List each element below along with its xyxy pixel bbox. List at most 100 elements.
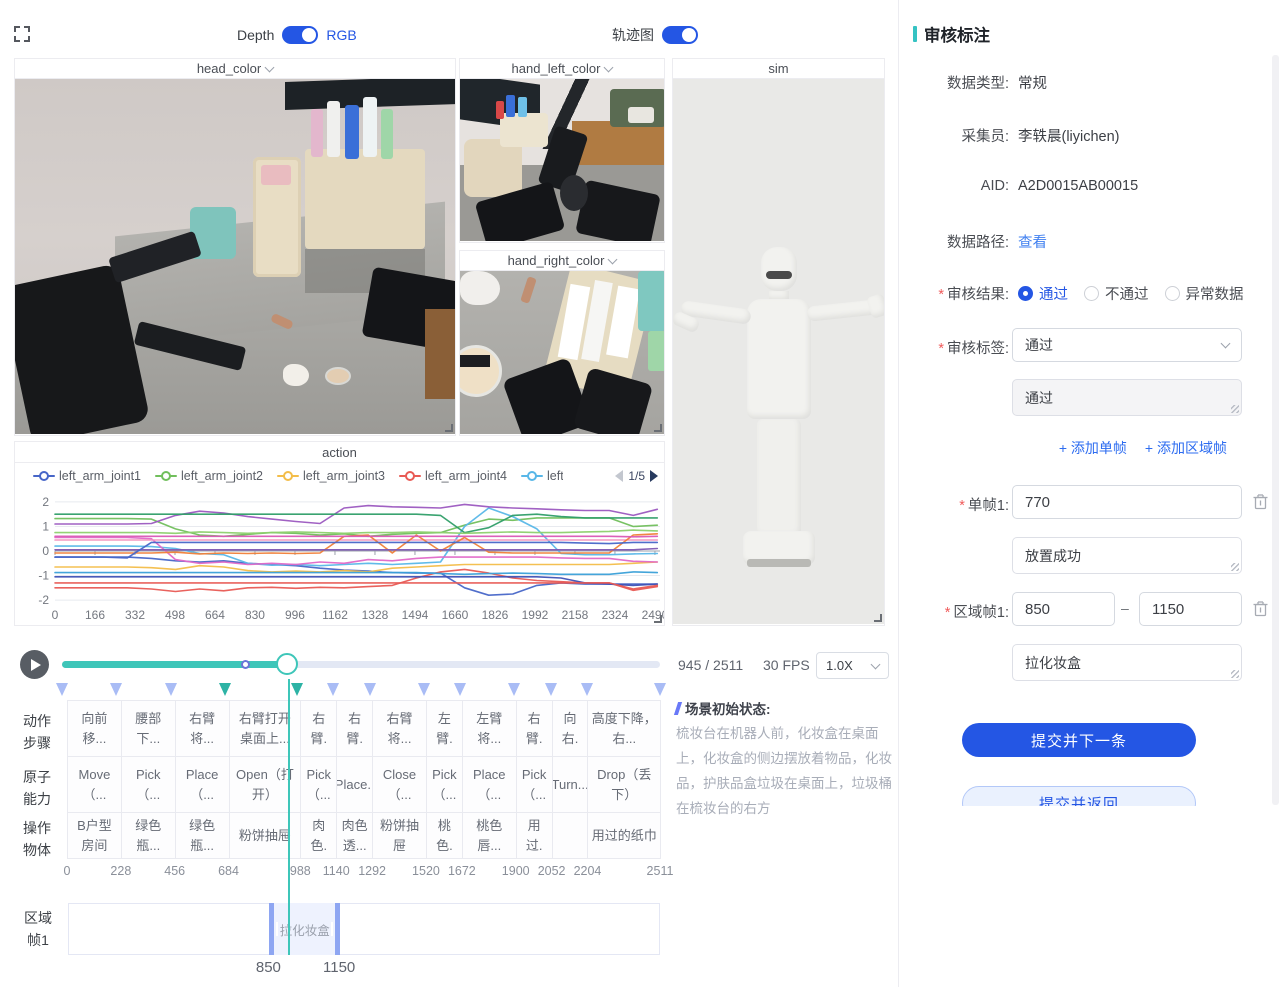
- depth-rgb-toggle[interactable]: [282, 26, 318, 44]
- legend-marker-icon: [277, 472, 299, 480]
- row-label-abilities: 原子能力: [21, 767, 53, 810]
- review-tag-select[interactable]: 通过: [1012, 328, 1242, 362]
- radio-pass[interactable]: 通过: [1018, 283, 1068, 304]
- hand-left-color-header[interactable]: hand_left_color: [460, 59, 664, 79]
- step-marker[interactable]: [327, 683, 339, 696]
- row-label-actions: 动作步骤: [21, 711, 53, 754]
- legend-prev-icon[interactable]: [615, 470, 623, 482]
- region-end-input[interactable]: 1150: [1139, 592, 1242, 626]
- radio-abnormal[interactable]: 异常数据: [1165, 283, 1244, 304]
- head-color-header[interactable]: head_color: [15, 59, 455, 79]
- step-marker[interactable]: [418, 683, 430, 696]
- step-marker[interactable]: [545, 683, 557, 696]
- step-marker-active[interactable]: [219, 683, 231, 696]
- resize-handle-icon[interactable]: [1231, 405, 1239, 413]
- ruler-tick-label: 2052: [538, 864, 566, 878]
- svg-text:166: 166: [85, 608, 105, 622]
- action-step-cell: 向右.: [552, 700, 589, 757]
- region-start-input[interactable]: 850: [1012, 592, 1115, 626]
- submit-next-button[interactable]: 提交并下一条: [962, 723, 1196, 757]
- step-marker[interactable]: [165, 683, 177, 696]
- resize-corner-icon[interactable]: [654, 424, 662, 432]
- legend-item[interactable]: left_arm_joint1: [33, 469, 141, 483]
- step-marker[interactable]: [508, 683, 520, 696]
- ruler-tick-label: 988: [290, 864, 311, 878]
- add-region-frame-link[interactable]: + 添加区域帧: [1145, 438, 1227, 458]
- frame-counter: 945 / 2511: [678, 657, 743, 673]
- action-chart-title: action: [15, 442, 664, 463]
- radio-unselected-icon: [1084, 286, 1099, 301]
- step-marker[interactable]: [110, 683, 122, 696]
- top-toolbar: Depth RGB 轨迹图: [0, 0, 898, 56]
- legend-item[interactable]: left_arm_joint5: [521, 469, 563, 483]
- play-button[interactable]: [20, 650, 49, 679]
- object-cell: 肉色.: [300, 812, 337, 859]
- region-frame-note-textarea[interactable]: 拉化妆盒: [1012, 644, 1242, 681]
- required-asterisk: *: [959, 498, 965, 514]
- step-marker[interactable]: [581, 683, 593, 696]
- action-step-cell: 左臂.: [426, 700, 463, 757]
- svg-text:2324: 2324: [602, 608, 629, 622]
- ability-cell: Open（打开）: [229, 756, 302, 813]
- step-marker[interactable]: [364, 683, 376, 696]
- step-marker-active[interactable]: [291, 683, 303, 696]
- add-single-frame-link[interactable]: + 添加单帧: [1059, 438, 1127, 458]
- fullscreen-icon[interactable]: [14, 26, 30, 42]
- ability-cell: Pick（...: [516, 756, 553, 813]
- region-track[interactable]: 拉化妆盒: [68, 903, 660, 955]
- scene-title: 场景初始状态:: [676, 698, 895, 718]
- single-frame-note-textarea[interactable]: 放置成功: [1012, 537, 1242, 574]
- field-data-type: 数据类型: 常规: [913, 72, 1267, 93]
- submit-back-button[interactable]: 提交并返回: [962, 786, 1196, 806]
- rgb-label: RGB: [326, 27, 356, 43]
- delete-single-frame-icon[interactable]: [1253, 493, 1268, 510]
- ruler-tick-label: 456: [164, 864, 185, 878]
- delete-region-frame-icon[interactable]: [1253, 600, 1268, 617]
- resize-handle-icon[interactable]: [1231, 670, 1239, 678]
- depth-label: Depth: [237, 27, 274, 43]
- single-frame-input[interactable]: 770: [1012, 485, 1242, 519]
- scene-text: 梳妆台在机器人前，化妆盒在桌面上，化妆盒的侧边摆放着物品，化妆品，护肤品盒垃圾在…: [676, 722, 895, 822]
- legend-item[interactable]: left_arm_joint4: [399, 469, 507, 483]
- chip-left-handle[interactable]: [276, 922, 278, 936]
- object-cell: 肉色透...: [336, 812, 373, 859]
- timeline-slider-handle[interactable]: [276, 653, 298, 675]
- chevron-down-icon: [608, 254, 618, 264]
- sidebar-scrollbar[interactable]: [1272, 55, 1279, 805]
- header-accent-bar: [913, 26, 917, 42]
- sim-panel: sim: [672, 58, 885, 626]
- ruler-tick-label: 1900: [502, 864, 530, 878]
- chevron-down-icon: [604, 62, 614, 72]
- step-marker[interactable]: [454, 683, 466, 696]
- view-link[interactable]: 查看: [1018, 231, 1047, 252]
- resize-corner-icon[interactable]: [445, 424, 453, 432]
- resize-corner-icon[interactable]: [874, 614, 882, 622]
- resize-handle-icon[interactable]: [1231, 563, 1239, 571]
- hand-right-color-panel: hand_right_color: [459, 250, 665, 436]
- step-marker[interactable]: [56, 683, 68, 696]
- legend-next-icon[interactable]: [650, 470, 658, 482]
- resize-corner-icon[interactable]: [654, 615, 662, 623]
- field-review-result: *审核结果: 通过 不通过 异常数据: [913, 283, 1267, 304]
- hand-right-color-header[interactable]: hand_right_color: [460, 251, 664, 271]
- trajectory-toggle[interactable]: [662, 26, 698, 44]
- object-cell: 桃色.: [426, 812, 463, 859]
- review-tag-note-textarea[interactable]: 通过: [1012, 379, 1242, 416]
- chip-right-handle[interactable]: [331, 922, 333, 936]
- legend-item[interactable]: left_arm_joint3: [277, 469, 385, 483]
- sim-viewport[interactable]: [673, 79, 884, 624]
- speed-select[interactable]: 1.0X: [816, 652, 889, 679]
- legend-item[interactable]: left_arm_joint2: [155, 469, 263, 483]
- object-cell: 粉饼抽屉: [372, 812, 427, 859]
- ruler-tick-label: 2204: [574, 864, 602, 878]
- radio-fail[interactable]: 不通过: [1084, 283, 1149, 304]
- field-aid: AID: A2D0015AB00015: [913, 178, 1267, 194]
- step-marker[interactable]: [654, 683, 666, 696]
- svg-text:1162: 1162: [322, 608, 348, 622]
- action-step-cell: 向前移...: [67, 700, 122, 757]
- hand-left-color-image: [460, 79, 664, 241]
- chevron-down-icon: [265, 62, 275, 72]
- robot-head: [761, 247, 797, 291]
- region-chip[interactable]: 拉化妆盒: [269, 903, 340, 955]
- object-cell: 绿色瓶...: [175, 812, 230, 859]
